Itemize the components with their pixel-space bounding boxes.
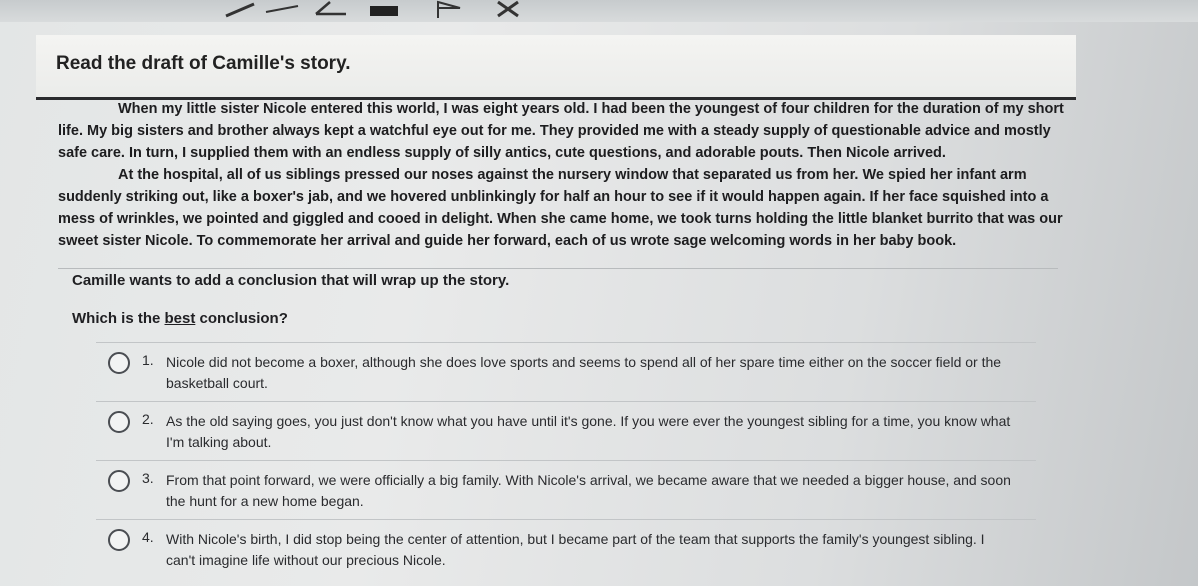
question-divider bbox=[58, 268, 1058, 269]
answer-option-2[interactable]: 2. As the old saying goes, you just don'… bbox=[96, 401, 1036, 460]
annotation-toolbar bbox=[0, 0, 1198, 22]
answer-option-1[interactable]: 1. Nicole did not become a boxer, althou… bbox=[96, 342, 1036, 401]
pencil-icon[interactable] bbox=[220, 0, 260, 18]
option-number: 4. bbox=[142, 529, 154, 545]
question-prompt-after: conclusion? bbox=[195, 310, 288, 327]
line-icon[interactable] bbox=[262, 0, 302, 18]
flag-icon[interactable] bbox=[430, 0, 470, 18]
passage-title: Read the draft of Camille's story. bbox=[56, 53, 351, 74]
question-intro: Camille wants to add a conclusion that w… bbox=[72, 272, 510, 289]
option-text: From that point forward, we were officia… bbox=[166, 472, 1011, 509]
radio-button-1[interactable] bbox=[108, 352, 130, 374]
story-passage: When my little sister Nicole entered thi… bbox=[58, 98, 1068, 252]
story-paragraph-1: When my little sister Nicole entered thi… bbox=[58, 101, 1064, 161]
radio-button-3[interactable] bbox=[108, 470, 130, 492]
eraser-icon[interactable] bbox=[364, 0, 404, 18]
option-text: Nicole did not become a boxer, although … bbox=[166, 354, 1002, 391]
question-prompt-emph: best bbox=[164, 310, 196, 327]
answer-option-4[interactable]: 4. With Nicole's birth, I did stop being… bbox=[96, 519, 1036, 578]
answer-option-3[interactable]: 3. From that point forward, we were offi… bbox=[96, 460, 1036, 519]
radio-button-2[interactable] bbox=[108, 411, 130, 433]
answer-options: 1. Nicole did not become a boxer, althou… bbox=[96, 342, 1036, 578]
option-number: 3. bbox=[142, 470, 154, 486]
option-number: 1. bbox=[142, 352, 154, 368]
question-prompt: Which is the best conclusion? bbox=[72, 310, 288, 327]
option-number: 2. bbox=[142, 411, 154, 427]
passage-header: Read the draft of Camille's story. bbox=[36, 35, 1076, 100]
story-paragraph-2: At the hospital, all of us siblings pres… bbox=[58, 167, 1063, 249]
option-text: As the old saying goes, you just don't k… bbox=[166, 413, 1011, 450]
option-text: With Nicole's birth, I did stop being th… bbox=[166, 531, 985, 568]
page: Read the draft of Camille's story. When … bbox=[0, 0, 1198, 586]
radio-button-4[interactable] bbox=[108, 529, 130, 551]
question-prompt-before: Which is the bbox=[72, 310, 165, 327]
highlighter-icon[interactable] bbox=[310, 0, 350, 18]
cross-out-icon[interactable] bbox=[490, 0, 530, 18]
